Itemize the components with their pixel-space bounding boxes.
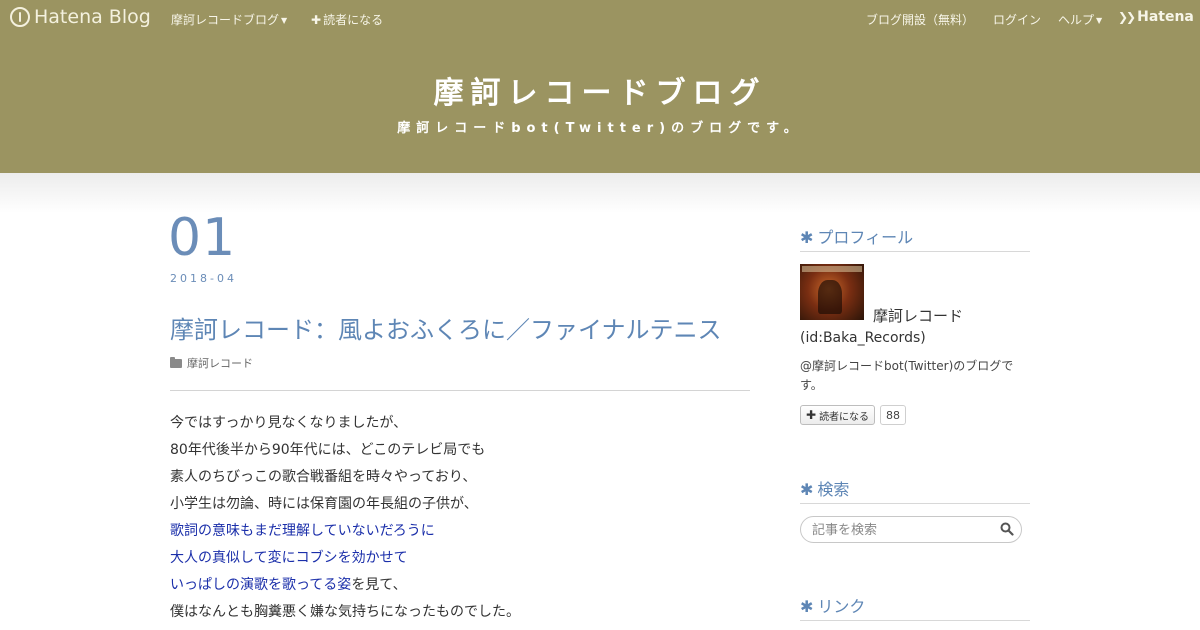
header-shadow <box>0 173 1200 213</box>
blog-title[interactable]: 摩訶レコードブログ <box>0 68 1200 112</box>
body-line: 僕はなんとも胸糞悪く嫌な気持ちになったものでした。 <box>170 599 750 626</box>
body-line-text: 小学生は勿論、時には保育園の年長組の子供が、 <box>170 496 478 512</box>
caret-down-icon: ▼ <box>1096 16 1103 25</box>
search-input[interactable] <box>812 521 992 539</box>
asterisk-icon: ✱ <box>800 480 814 499</box>
entry-category-label: 摩訶レコード <box>187 357 253 370</box>
body-line: いっぱしの演歌を歌ってる姿を見て、 <box>170 572 750 599</box>
open-blog-link[interactable]: ブログ開設（無料） <box>866 11 974 28</box>
subscribe-link-label: 読者になる <box>323 13 384 27</box>
blog-description: 摩訶レコードbot(Twitter)のブログです。 <box>397 121 803 136</box>
body-line-text: を見て、 <box>351 577 407 593</box>
hatena-logo[interactable]: ❯❯ Hatena <box>1118 9 1194 25</box>
body-line-emphasis: いっぱしの演歌を歌ってる姿 <box>170 577 352 593</box>
profile-avatar[interactable] <box>800 264 864 320</box>
entry-date-year-month[interactable]: 2018-04 <box>170 272 237 285</box>
entry-title[interactable]: 摩訶レコード：風よおふくろに／ファイナルテニス <box>170 310 722 345</box>
entry-category[interactable]: 摩訶レコード <box>170 355 253 371</box>
search-heading: ✱ 検索 <box>800 476 1030 504</box>
profile-name[interactable]: 摩訶レコード <box>873 305 963 326</box>
hatena-blog-logo-icon <box>10 7 30 27</box>
entry-date-day[interactable]: 01 <box>168 208 236 268</box>
hatena-blog-logo[interactable]: Hatena Blog <box>10 6 151 28</box>
subscriber-count[interactable]: 88 <box>880 405 906 425</box>
asterisk-icon: ✱ <box>800 228 814 247</box>
search-box <box>800 516 1022 543</box>
caret-down-icon: ▼ <box>281 16 288 25</box>
hatena-blog-logo-text: Hatena Blog <box>34 6 151 28</box>
links-heading: ✱ リンク <box>800 593 1030 621</box>
body-line: 大人の真似して変にコブシを効かせて <box>170 545 750 572</box>
body-line-emphasis: 大人の真似して変にコブシを効かせて <box>170 550 408 566</box>
search-heading-label: 検索 <box>817 480 850 499</box>
plus-icon: ✚ <box>311 13 322 27</box>
asterisk-icon: ✱ <box>800 597 814 616</box>
blog-menu[interactable]: 摩訶レコードブログ ▼ <box>171 11 287 28</box>
links-heading-label: リンク <box>817 597 866 616</box>
body-line-text: 80年代後半から90年代には、どこのテレビ局でも <box>170 442 486 458</box>
entry-divider <box>170 390 750 391</box>
body-line: 素人のちびっこの歌合戦番組を時々やっており、 <box>170 464 750 491</box>
body-line-text: 今ではすっかり見なくなりましたが、 <box>170 415 408 431</box>
subscribe-button-label: 読者になる <box>819 411 870 423</box>
profile-id[interactable]: (id:Baka_Records) <box>800 330 926 346</box>
subscribe-button[interactable]: ✚ 読者になる <box>800 405 876 425</box>
body-line: 歌詞の意味もまだ理解していないだろうに <box>170 518 750 545</box>
profile-heading-label: プロフィール <box>817 228 914 247</box>
plus-icon: ✚ <box>806 408 817 422</box>
profile-heading: ✱ プロフィール <box>800 224 1030 252</box>
body-line: 今ではすっかり見なくなりましたが、 <box>170 410 750 437</box>
hatena-logo-icon: ❯❯ <box>1118 10 1136 24</box>
body-line-text: 僕はなんとも胸糞悪く嫌な気持ちになったものでした。 <box>170 604 520 620</box>
login-link[interactable]: ログイン <box>993 11 1041 28</box>
help-menu[interactable]: ヘルプ ▼ <box>1058 11 1102 28</box>
profile-description: @摩訶レコードbot(Twitter)のブログです。 <box>800 359 1014 392</box>
help-menu-label: ヘルプ <box>1058 13 1095 27</box>
body-line-text: 素人のちびっこの歌合戦番組を時々やっており、 <box>170 469 477 485</box>
search-icon[interactable] <box>1000 522 1014 536</box>
entry-body: 今ではすっかり見なくなりましたが、 80年代後半から90年代には、どこのテレビ局… <box>170 410 750 626</box>
body-line-emphasis: 歌詞の意味もまだ理解していないだろうに <box>170 523 435 539</box>
folder-icon <box>170 356 182 368</box>
subscribe-link[interactable]: ✚ 読者になる <box>311 11 383 28</box>
hatena-logo-text: Hatena <box>1137 9 1194 25</box>
body-line: 小学生は勿論、時には保育園の年長組の子供が、 <box>170 491 750 518</box>
blog-menu-label: 摩訶レコードブログ <box>171 13 280 27</box>
global-header: Hatena Blog 摩訶レコードブログ ▼ ✚ 読者になる ブログ開設（無料） … <box>0 0 1200 36</box>
body-line: 80年代後半から90年代には、どこのテレビ局でも <box>170 437 750 464</box>
